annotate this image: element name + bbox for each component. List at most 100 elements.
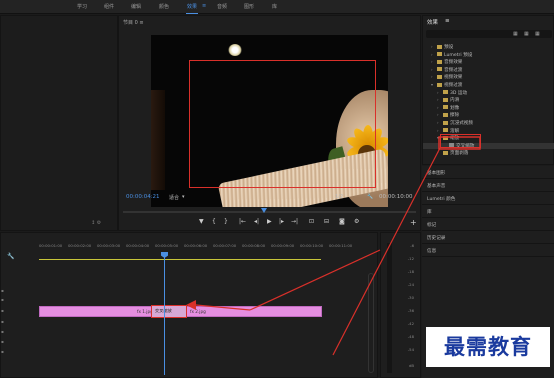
go-to-out-icon[interactable]: →| <box>291 218 298 225</box>
tree-item-label: 页面剥落 <box>450 151 469 157</box>
track-toggle[interactable]: ▪ <box>1 297 4 302</box>
panel-info[interactable]: 信息 <box>422 244 554 257</box>
chevron-right-icon[interactable]: › <box>437 97 442 102</box>
tree-item-label: 溶解 <box>450 128 460 134</box>
tree-item[interactable]: › 溶解 <box>431 128 459 134</box>
step-back-icon[interactable]: ◂| <box>254 218 259 225</box>
tree-item[interactable]: › 沉浸式视频 <box>431 120 473 126</box>
track-toggle[interactable]: ▪ <box>1 308 4 313</box>
go-to-in-icon[interactable]: |← <box>239 218 246 225</box>
chevron-right-icon[interactable]: › <box>431 52 436 57</box>
panel-controls-icon[interactable]: ↕ ⚙ <box>91 220 101 226</box>
wrench-icon[interactable]: 🔧 <box>7 253 14 260</box>
tab-graphics[interactable]: 图形 <box>244 3 254 10</box>
tree-item-label: 视频过渡 <box>444 83 463 88</box>
time-ruler[interactable]: 00:00:01:00 00:00:02:00 00:00:03:00 00:0… <box>39 243 375 257</box>
scrub-bar[interactable] <box>123 211 416 213</box>
fit-select[interactable]: 适合 <box>169 194 179 201</box>
panel-libraries[interactable]: 库 <box>422 205 554 218</box>
track-toggle[interactable]: ▪ <box>1 319 4 324</box>
chevron-right-icon[interactable]: › <box>431 67 436 72</box>
chevron-right-icon[interactable]: › <box>431 59 436 64</box>
chevron-right-icon[interactable]: › <box>437 120 442 125</box>
panel-lumetri-color[interactable]: Lumetri 颜色 <box>422 192 554 205</box>
track-toggle[interactable]: ▪ <box>1 288 4 293</box>
chevron-right-icon[interactable]: › <box>431 44 436 49</box>
yuv-effects-icon[interactable]: ▦ <box>535 31 540 37</box>
folder-icon <box>443 112 448 117</box>
timeline-scrollbar[interactable] <box>368 273 374 373</box>
tree-item[interactable]: › 擦除 <box>431 112 459 118</box>
program-monitor-title[interactable]: 节目 0 ≡ <box>123 19 144 26</box>
tree-item[interactable]: › 页面剥落 <box>431 150 468 156</box>
panel-markers[interactable]: 标记 <box>422 218 554 231</box>
tree-item[interactable]: ▾ 视频过渡 <box>431 82 462 88</box>
chevron-down-icon[interactable]: ▾ <box>182 194 185 200</box>
tree-item[interactable]: › 视频效果 <box>431 74 462 80</box>
chevron-right-icon[interactable]: › <box>437 128 442 133</box>
effects-panel: 效果 ≡ ▦ ▦ ▦ › 预设 › Lumetri 预设 › 音频效果 › 音频过渡 › 视频效果… <box>422 15 554 165</box>
track-toggle[interactable]: ▪ <box>1 349 4 354</box>
tab-editing[interactable]: 编辑 <box>131 3 141 10</box>
tree-item[interactable]: › 音频过渡 <box>431 67 462 73</box>
track-toggle[interactable]: ▪ <box>1 339 4 344</box>
mark-in-icon[interactable]: { <box>212 218 216 225</box>
tree-item[interactable]: › 内滑 <box>431 97 459 103</box>
settings-icon[interactable]: ⚙ <box>354 218 359 225</box>
chevron-down-icon[interactable]: ▾ <box>431 82 436 87</box>
step-forward-icon[interactable]: |▸ <box>279 218 284 225</box>
tree-item[interactable]: › Lumetri 预设 <box>431 52 472 58</box>
chevron-right-icon[interactable]: › <box>437 90 442 95</box>
tree-item[interactable]: › 划像 <box>431 105 459 111</box>
clip-1[interactable]: fx 1.jpg <box>39 306 165 317</box>
camera-icon[interactable]: ◙ <box>339 218 345 225</box>
lift-icon[interactable]: ⊡ <box>309 218 314 225</box>
play-icon[interactable]: ▶ <box>267 218 272 225</box>
mark-out-icon[interactable]: } <box>224 218 228 225</box>
tab-learn[interactable]: 学习 <box>77 3 87 10</box>
hamburger-icon[interactable]: ≡ <box>445 18 450 24</box>
hamburger-icon[interactable]: ≡ <box>202 3 206 9</box>
tab-audio[interactable]: 音频 <box>217 3 227 10</box>
tree-item[interactable]: › 3D 运动 <box>431 90 467 96</box>
panel-essential-sound[interactable]: 基本声音 <box>422 179 554 192</box>
tab-assembly[interactable]: 组件 <box>104 3 114 10</box>
chevron-right-icon[interactable]: › <box>431 74 436 79</box>
clip-2[interactable]: fx 2.jpg <box>165 306 322 317</box>
ruler-tick: 00:00:03:00 <box>97 243 121 248</box>
tab-effects[interactable]: 效果 <box>185 3 199 14</box>
panel-essential-graphics[interactable]: 基本图形 <box>422 166 554 179</box>
source-panel: ↕ ⚙ <box>0 15 118 231</box>
chevron-right-icon[interactable]: › <box>437 105 442 110</box>
tree-item[interactable]: › 音频效果 <box>431 59 462 65</box>
panel-history[interactable]: 历史记录 <box>422 231 554 244</box>
ruler-tick: 00:00:05:00 <box>155 243 179 248</box>
folder-icon <box>437 67 442 72</box>
meter-scale: -30 <box>407 295 414 300</box>
tab-color[interactable]: 颜色 <box>159 3 169 10</box>
tree-item-label: 预设 <box>444 45 454 50</box>
transition-highlight[interactable]: 交叉缩放 <box>151 305 187 318</box>
current-timecode[interactable]: 00:00:04:21 <box>126 194 160 200</box>
32bit-effects-icon[interactable]: ▦ <box>524 31 529 37</box>
add-marker-icon[interactable]: ▼ <box>199 218 204 225</box>
folder-icon <box>443 90 448 95</box>
playhead-marker[interactable] <box>261 208 267 213</box>
resolution-select[interactable]: 1/2 <box>335 194 343 200</box>
add-button-icon[interactable]: + <box>410 218 417 227</box>
tab-libraries[interactable]: 库 <box>272 3 277 10</box>
video-preview[interactable] <box>151 35 388 207</box>
track-toggle[interactable]: ▪ <box>1 329 4 334</box>
tree-item-label: Lumetri 预设 <box>444 52 473 58</box>
chevron-right-icon[interactable]: › <box>437 150 442 155</box>
ruler-tick: 00:00:11:00 <box>329 243 353 248</box>
effects-panel-title[interactable]: 效果 <box>427 18 438 26</box>
effects-search-input[interactable] <box>426 30 552 38</box>
ruler-tick: 00:00:09:00 <box>271 243 295 248</box>
chevron-right-icon[interactable]: › <box>437 112 442 117</box>
wrench-icon[interactable]: 🔧 <box>367 194 373 200</box>
accelerated-effects-icon[interactable]: ▦ <box>513 31 518 37</box>
extract-icon[interactable]: ⊟ <box>324 218 329 225</box>
work-area-bar[interactable] <box>39 259 321 260</box>
tree-item[interactable]: › 预设 <box>431 44 453 50</box>
